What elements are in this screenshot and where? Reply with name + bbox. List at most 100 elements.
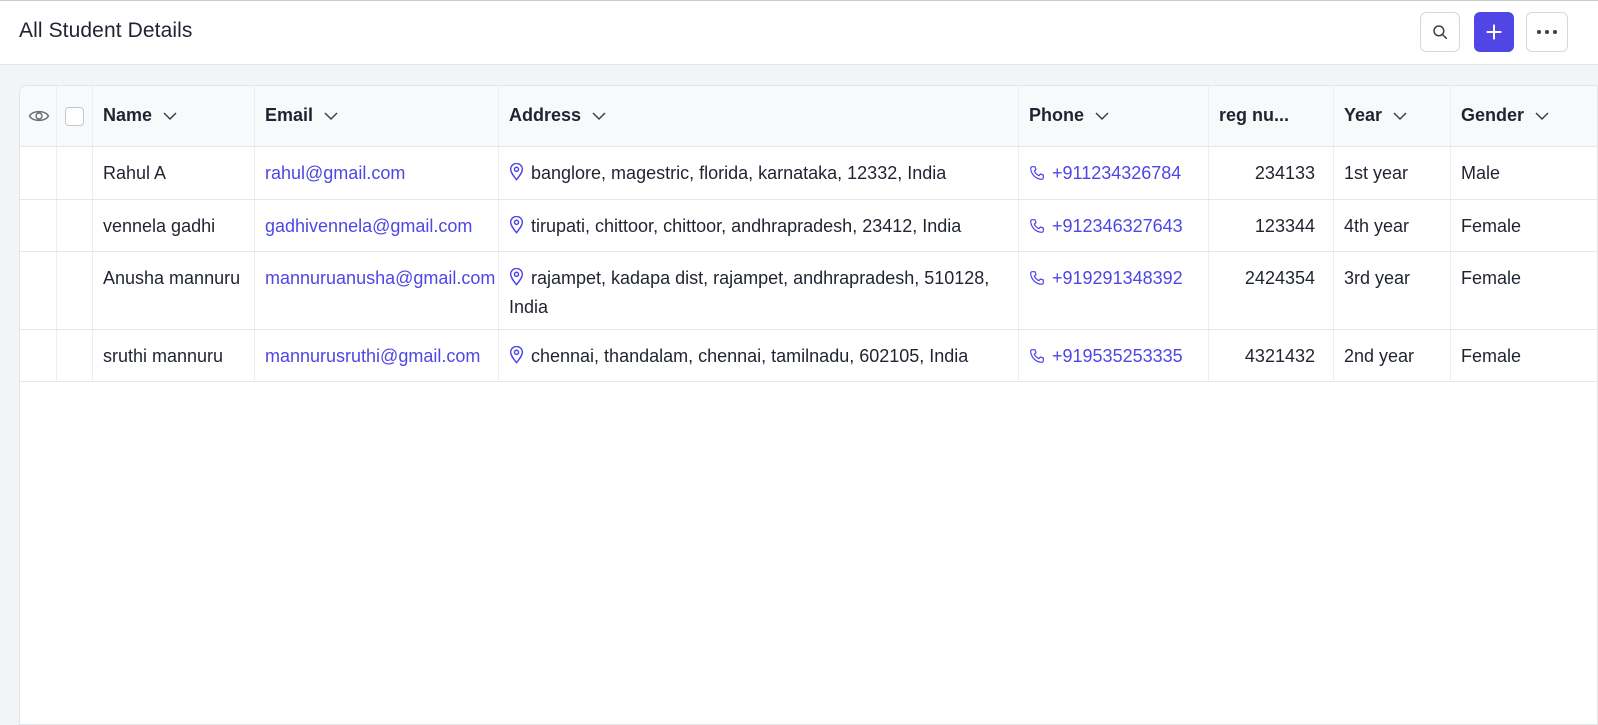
phone-link[interactable]: +919291348392 — [1052, 268, 1183, 288]
column-header-label: Phone — [1029, 105, 1085, 125]
eye-icon[interactable] — [28, 107, 50, 125]
add-student-button[interactable] — [1474, 12, 1514, 52]
select-all-checkbox[interactable] — [65, 107, 84, 126]
phone-link[interactable]: +919535253335 — [1052, 346, 1183, 366]
email-link[interactable]: gadhivennela@gmail.com — [265, 212, 472, 241]
gender-value: Male — [1461, 163, 1501, 183]
phone-cell: +912346327643 — [1019, 200, 1209, 251]
student-name: vennela gadhi — [103, 216, 216, 236]
reg-number: 123344 — [1254, 216, 1315, 236]
row-visibility-cell — [20, 330, 57, 381]
reg-number-cell: 2424354 — [1209, 252, 1334, 329]
year-value: 2nd year — [1344, 346, 1415, 366]
address-text: banglore, magestric, florida, karnataka,… — [531, 163, 947, 183]
gender-cell: Female — [1451, 200, 1597, 251]
column-header-name[interactable]: Name — [93, 86, 255, 146]
row-select-cell[interactable] — [57, 200, 93, 251]
table-row[interactable]: Anusha mannuru mannuruanusha@gmail.com r… — [20, 252, 1597, 330]
more-horizontal-icon — [1537, 30, 1557, 34]
name-cell: sruthi mannuru — [93, 330, 255, 381]
table-row[interactable]: sruthi mannuru mannurusruthi@gmail.com c… — [20, 330, 1597, 382]
phone-cell: +919535253335 — [1019, 330, 1209, 381]
column-header-label: Address — [509, 105, 582, 125]
column-header-address[interactable]: Address — [499, 86, 1019, 146]
column-header-email[interactable]: Email — [255, 86, 499, 146]
phone-icon — [1030, 349, 1044, 363]
select-all-column — [57, 86, 93, 146]
email-cell: mannurusruthi@gmail.com — [255, 330, 499, 381]
reg-number-cell: 123344 — [1209, 200, 1334, 251]
year-cell: 2nd year — [1334, 330, 1451, 381]
year-cell: 1st year — [1334, 147, 1451, 199]
gender-cell: Male — [1451, 147, 1597, 199]
address-cell: banglore, magestric, florida, karnataka,… — [499, 147, 1019, 199]
name-cell: Anusha mannuru — [93, 252, 255, 329]
gender-value: Female — [1461, 216, 1522, 236]
address-cell: rajampet, kadapa dist, rajampet, andhrap… — [499, 252, 1019, 329]
row-visibility-cell — [20, 147, 57, 199]
table-row[interactable]: Rahul A rahul@gmail.com banglore, magest… — [20, 147, 1597, 200]
row-select-cell[interactable] — [57, 330, 93, 381]
address-text: rajampet, kadapa dist, rajampet, andhrap… — [509, 268, 990, 317]
row-select-cell[interactable] — [57, 147, 93, 199]
column-header-year[interactable]: Year — [1334, 86, 1451, 146]
location-pin-icon — [509, 216, 524, 234]
row-visibility-cell — [20, 200, 57, 251]
column-header-label: Name — [103, 105, 153, 125]
year-value: 3rd year — [1344, 268, 1411, 288]
gender-cell: Female — [1451, 330, 1597, 381]
row-visibility-cell — [20, 252, 57, 329]
year-value: 1st year — [1344, 163, 1409, 183]
column-header-label: Gender — [1461, 105, 1525, 125]
page-title: All Student Details — [19, 19, 193, 42]
chevron-down-icon — [1534, 111, 1550, 121]
reg-number: 2424354 — [1244, 268, 1315, 288]
column-header-label: Year — [1344, 105, 1383, 125]
gender-value: Female — [1461, 346, 1522, 366]
email-link[interactable]: rahul@gmail.com — [265, 159, 405, 188]
more-options-button[interactable] — [1526, 12, 1568, 52]
chevron-down-icon — [323, 111, 339, 121]
reg-number: 4321432 — [1244, 346, 1315, 366]
reg-number-cell: 4321432 — [1209, 330, 1334, 381]
location-pin-icon — [509, 163, 524, 181]
chevron-down-icon — [591, 111, 607, 121]
address-cell: chennai, thandalam, chennai, tamilnadu, … — [499, 330, 1019, 381]
search-button[interactable] — [1420, 12, 1460, 52]
name-cell: vennela gadhi — [93, 200, 255, 251]
search-icon — [1433, 25, 1448, 40]
table-row[interactable]: vennela gadhi gadhivennela@gmail.com tir… — [20, 200, 1597, 252]
year-cell: 3rd year — [1334, 252, 1451, 329]
chevron-down-icon — [1094, 111, 1110, 121]
address-text: chennai, thandalam, chennai, tamilnadu, … — [531, 346, 969, 366]
row-select-cell[interactable] — [57, 252, 93, 329]
student-name: Anusha mannuru — [103, 268, 241, 288]
year-value: 4th year — [1344, 216, 1410, 236]
phone-icon — [1030, 271, 1044, 285]
email-cell: rahul@gmail.com — [255, 147, 499, 199]
column-header-label: reg nu... — [1219, 105, 1290, 125]
chevron-down-icon — [1392, 111, 1408, 121]
email-cell: gadhivennela@gmail.com — [255, 200, 499, 251]
email-link[interactable]: mannuruanusha@gmail.com — [265, 264, 495, 293]
column-header-phone[interactable]: Phone — [1019, 86, 1209, 146]
plus-icon — [1486, 24, 1502, 40]
name-cell: Rahul A — [93, 147, 255, 199]
address-text: tirupati, chittoor, chittoor, andhraprad… — [531, 216, 962, 236]
reg-number: 234133 — [1254, 163, 1315, 183]
column-header-reg-number[interactable]: reg nu... — [1209, 86, 1334, 146]
phone-cell: +919291348392 — [1019, 252, 1209, 329]
visibility-column-header — [20, 86, 57, 146]
page-header: All Student Details — [0, 1, 1598, 65]
gender-cell: Female — [1451, 252, 1597, 329]
chevron-down-icon — [162, 111, 178, 121]
address-cell: tirupati, chittoor, chittoor, andhraprad… — [499, 200, 1019, 251]
phone-link[interactable]: +912346327643 — [1052, 216, 1183, 236]
phone-link[interactable]: +911234326784 — [1052, 163, 1181, 183]
location-pin-icon — [509, 346, 524, 364]
gender-value: Female — [1461, 268, 1522, 288]
student-name: sruthi mannuru — [103, 346, 224, 366]
reg-number-cell: 234133 — [1209, 147, 1334, 199]
column-header-gender[interactable]: Gender — [1451, 86, 1597, 146]
email-link[interactable]: mannurusruthi@gmail.com — [265, 342, 480, 371]
